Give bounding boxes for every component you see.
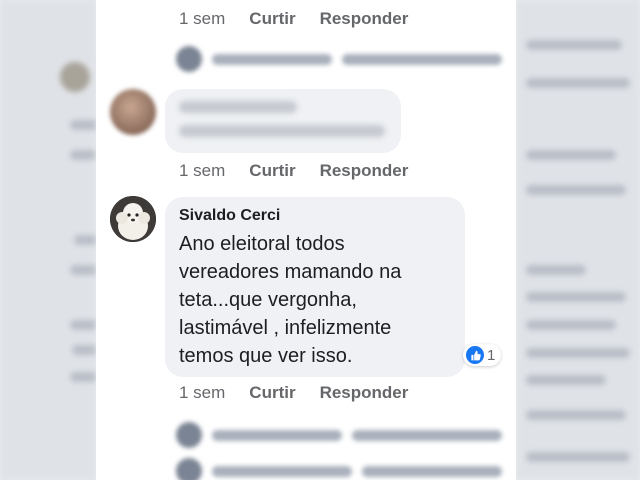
reply-button[interactable]: Responder xyxy=(320,9,409,29)
blurred-line xyxy=(352,429,502,441)
blurred-line xyxy=(526,150,616,160)
avatar xyxy=(176,458,202,480)
blurred-line xyxy=(362,465,502,477)
blurred-line xyxy=(70,150,96,160)
like-button[interactable]: Curtir xyxy=(249,161,295,181)
blurred-line xyxy=(526,375,606,385)
comment-actions: 1 sem Curtir Responder xyxy=(179,9,408,29)
avatar[interactable] xyxy=(110,196,156,242)
blurred-line xyxy=(212,465,352,477)
blurred-author xyxy=(179,101,297,113)
like-button[interactable]: Curtir xyxy=(249,383,295,403)
blurred-line xyxy=(526,348,630,358)
comment-author[interactable]: Sivaldo Cerci xyxy=(179,207,280,225)
comment-text: Ano eleitoral todos vereadores mamando n… xyxy=(179,233,402,367)
reply-button[interactable]: Responder xyxy=(320,383,409,403)
comment-time[interactable]: 1 sem xyxy=(179,383,225,403)
blurred-line xyxy=(342,53,502,65)
blurred-line xyxy=(526,320,616,330)
comment-bubble: Sivaldo Cerci Ano eleitoral todos veread… xyxy=(165,197,465,377)
blurred-line xyxy=(526,410,626,420)
blurred-line xyxy=(212,429,342,441)
comment-actions: 1 sem Curtir Responder xyxy=(179,383,408,403)
background-left-blur xyxy=(0,0,96,480)
blurred-line xyxy=(526,292,626,302)
like-icon xyxy=(466,346,484,364)
blurred-line xyxy=(212,53,332,65)
blurred-reply[interactable] xyxy=(176,422,502,448)
comment-time[interactable]: 1 sem xyxy=(179,161,225,181)
blurred-reply[interactable] xyxy=(176,458,502,480)
blurred-line xyxy=(70,372,96,382)
background-right-blur xyxy=(516,0,640,480)
avatar xyxy=(176,422,202,448)
blurred-line xyxy=(526,78,630,88)
avatar[interactable] xyxy=(110,89,156,135)
poodle-avatar-icon xyxy=(110,196,156,242)
blurred-line xyxy=(72,345,96,355)
blurred-line xyxy=(526,40,622,50)
blurred-line xyxy=(526,265,586,275)
comment-actions: 1 sem Curtir Responder xyxy=(179,161,408,181)
blurred-line xyxy=(74,235,96,245)
blurred-line xyxy=(526,185,626,195)
blurred-line xyxy=(70,120,96,130)
like-button[interactable]: Curtir xyxy=(249,9,295,29)
blurred-text xyxy=(179,125,385,137)
reaction-summary[interactable]: 1 xyxy=(463,344,502,366)
blurred-line xyxy=(70,320,96,330)
comment-bubble xyxy=(165,89,401,153)
blurred-line xyxy=(526,452,630,462)
comment-time[interactable]: 1 sem xyxy=(179,9,225,29)
avatar xyxy=(176,46,202,72)
blurred-avatar xyxy=(60,62,90,92)
blurred-line xyxy=(70,265,96,275)
comments-panel: 1 sem Curtir Responder 1 sem Curtir Resp… xyxy=(96,0,516,480)
blurred-reply[interactable] xyxy=(176,46,502,72)
reply-button[interactable]: Responder xyxy=(320,161,409,181)
reaction-count: 1 xyxy=(487,346,496,364)
